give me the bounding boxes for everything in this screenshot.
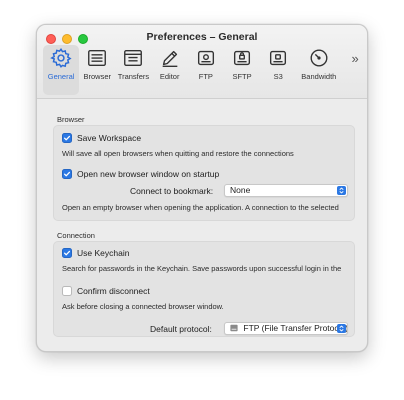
toolbar-overflow-button[interactable]: » [347, 51, 363, 66]
browser-list-icon [86, 47, 108, 69]
connection-section-title: Connection [57, 231, 95, 240]
tab-transfers-label: Transfers [117, 72, 150, 81]
open-new-browser-description: Open an empty browser when opening the a… [62, 203, 339, 212]
tab-browser[interactable]: Browser [79, 45, 115, 95]
use-keychain-row: Use Keychain [62, 248, 129, 258]
checkmark-icon [63, 171, 71, 177]
tab-general[interactable]: General [43, 45, 80, 95]
save-workspace-row: Save Workspace [62, 133, 141, 143]
tab-ftp-label: FTP [198, 72, 213, 81]
tab-bandwidth-label: Bandwidth [301, 72, 337, 81]
save-workspace-checkbox[interactable] [62, 133, 72, 143]
transfers-icon [122, 47, 144, 69]
confirm-disconnect-row: Confirm disconnect [62, 286, 150, 296]
s3-drive-icon [267, 47, 289, 69]
preferences-window: Preferences – General General Browser Tr… [36, 24, 368, 352]
tab-s3[interactable]: S3 [260, 45, 296, 95]
titlebar: Preferences – General General Browser Tr… [37, 25, 367, 99]
use-keychain-description: Search for passwords in the Keychain. Sa… [62, 264, 342, 273]
preferences-content: Browser Save Workspace Will save all ope… [37, 100, 367, 351]
tab-general-label: General [47, 72, 75, 81]
ftp-drive-icon [195, 47, 217, 69]
tab-s3-label: S3 [273, 72, 283, 81]
chevron-updown-icon [337, 186, 346, 195]
sftp-drive-icon [231, 47, 253, 69]
connect-bookmark-label: Connect to bookmark: [130, 186, 214, 196]
save-workspace-label[interactable]: Save Workspace [77, 133, 141, 143]
confirm-disconnect-label[interactable]: Confirm disconnect [77, 286, 150, 296]
confirm-disconnect-checkbox[interactable] [62, 286, 72, 296]
browser-section-title: Browser [57, 115, 85, 124]
connection-settings-box: Use Keychain Search for passwords in the… [53, 241, 355, 337]
gear-icon [50, 47, 72, 69]
open-new-browser-checkbox[interactable] [62, 169, 72, 179]
tab-sftp-label: SFTP [232, 72, 252, 81]
use-keychain-label[interactable]: Use Keychain [77, 248, 129, 258]
checkmark-icon [63, 250, 71, 256]
ftp-drive-icon [230, 324, 238, 334]
tab-editor[interactable]: Editor [152, 45, 188, 95]
confirm-disconnect-description: Ask before closing a connected browser w… [62, 302, 224, 311]
bookmark-popup[interactable]: None [224, 184, 348, 197]
default-protocol-value: FTP (File Transfer Protocol) [243, 323, 348, 333]
open-new-browser-row: Open new browser window on startup [62, 169, 219, 179]
tab-browser-label: Browser [83, 72, 112, 81]
tab-bandwidth[interactable]: Bandwidth [296, 45, 341, 95]
save-workspace-description: Will save all open browsers when quittin… [62, 149, 294, 158]
tab-transfers[interactable]: Transfers [115, 45, 151, 95]
checkmark-icon [63, 135, 71, 141]
use-keychain-checkbox[interactable] [62, 248, 72, 258]
tab-editor-label: Editor [159, 72, 180, 81]
browser-settings-box: Save Workspace Will save all open browse… [53, 125, 355, 221]
default-protocol-label: Default protocol: [150, 324, 212, 334]
tab-sftp[interactable]: SFTP [224, 45, 260, 95]
preferences-toolbar: General Browser Transfers Editor FTP SFT… [43, 45, 363, 95]
chevron-updown-icon [337, 324, 346, 333]
bookmark-popup-value: None [230, 185, 251, 195]
gauge-icon [308, 47, 330, 69]
open-new-browser-label[interactable]: Open new browser window on startup [77, 169, 219, 179]
pencil-icon [159, 47, 181, 69]
tab-ftp[interactable]: FTP [188, 45, 224, 95]
default-protocol-popup[interactable]: FTP (File Transfer Protocol) [224, 322, 348, 335]
window-title: Preferences – General [146, 31, 258, 43]
